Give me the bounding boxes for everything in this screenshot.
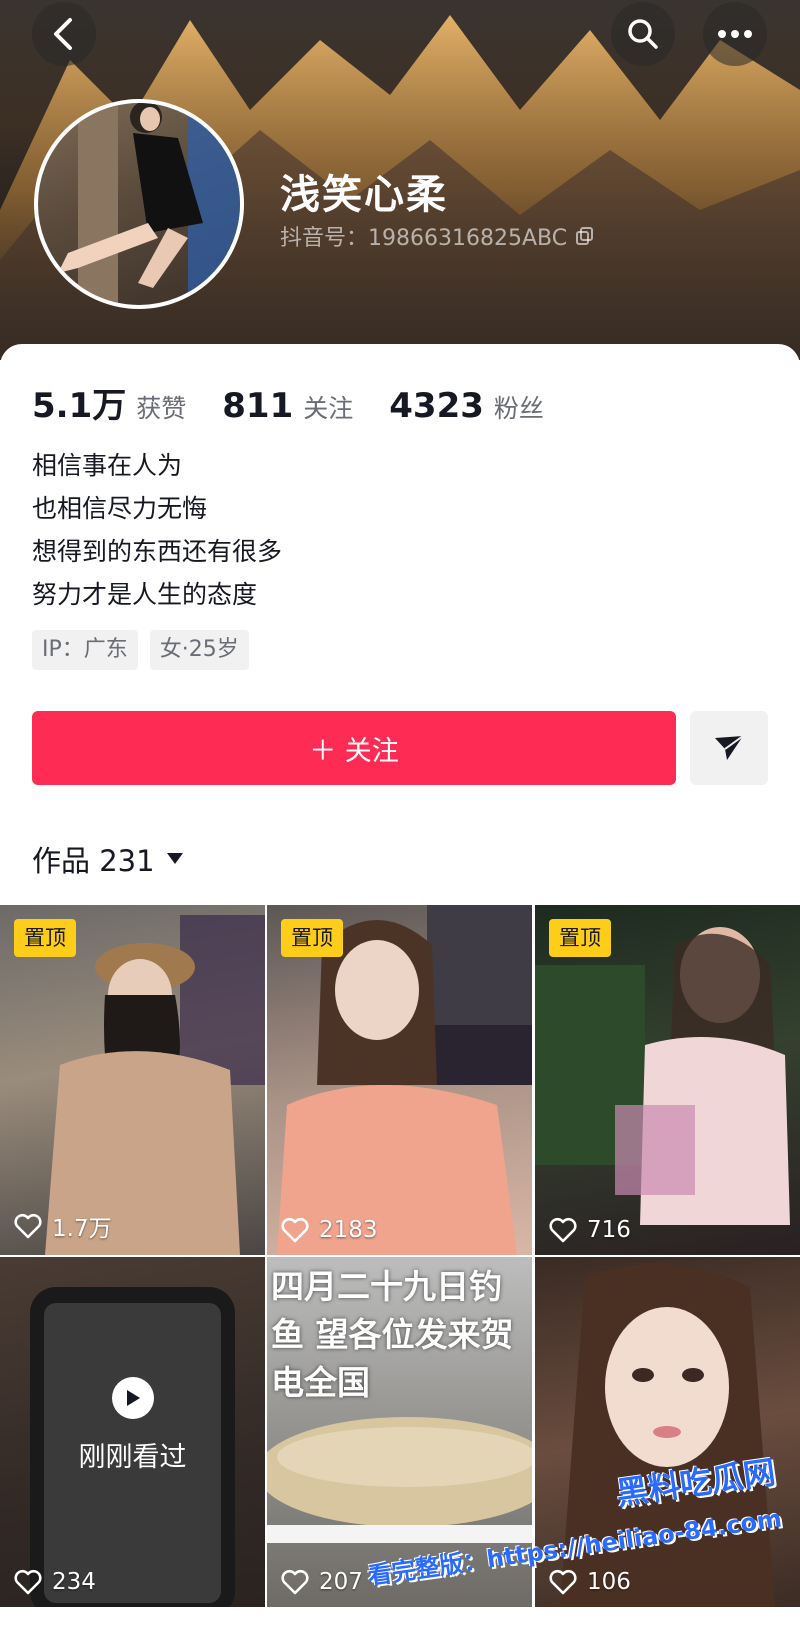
profile-header: 浅笑心柔 抖音号：19866316825ABC bbox=[0, 0, 800, 360]
stat-label: 获赞 bbox=[136, 394, 187, 423]
video-tile[interactable]: 刚刚看过 234 bbox=[0, 1257, 265, 1607]
recently-watched-label: 刚刚看过 bbox=[78, 1442, 187, 1473]
bio-line: 努力才是人生的态度 bbox=[32, 580, 258, 609]
like-count: 2183 bbox=[281, 1217, 378, 1243]
video-thumbnail bbox=[277, 905, 532, 1255]
like-count: 1.7万 bbox=[14, 1209, 112, 1243]
search-icon bbox=[628, 19, 658, 49]
video-tile[interactable]: 置顶 2183 bbox=[267, 905, 532, 1255]
copy-icon[interactable] bbox=[575, 226, 595, 246]
pinned-badge: 置顶 bbox=[281, 919, 343, 957]
stat-followers[interactable]: 4323 粉丝 bbox=[389, 386, 544, 426]
like-count: 106 bbox=[549, 1569, 631, 1595]
heart-icon bbox=[549, 1569, 577, 1595]
like-count-text: 2183 bbox=[319, 1217, 378, 1243]
video-thumbnail bbox=[535, 927, 790, 1225]
bio-line: 想得到的东西还有很多 bbox=[32, 537, 283, 566]
video-thumbnail bbox=[45, 915, 265, 1255]
avatar-image bbox=[58, 103, 240, 305]
video-caption: 四月二十九日钓鱼 望各位发来贺电全国 bbox=[271, 1267, 514, 1402]
like-count: 207 bbox=[281, 1569, 363, 1595]
more-button[interactable] bbox=[703, 2, 767, 66]
bio-line: 相信事在人为 bbox=[32, 451, 183, 480]
stat-label: 关注 bbox=[303, 394, 354, 423]
like-count: 234 bbox=[14, 1569, 96, 1595]
heart-icon bbox=[281, 1217, 309, 1243]
more-dots-icon bbox=[718, 30, 752, 38]
stat-value: 5.1万 bbox=[32, 386, 127, 426]
stat-likes[interactable]: 5.1万 获赞 bbox=[32, 378, 186, 427]
like-count-text: 1.7万 bbox=[52, 1216, 112, 1242]
stats-row: 5.1万 获赞 811 关注 4323 粉丝 bbox=[32, 378, 544, 427]
pinned-badge: 置顶 bbox=[14, 919, 76, 957]
like-count-text: 207 bbox=[319, 1569, 363, 1595]
like-count: 716 bbox=[549, 1217, 631, 1243]
heart-icon bbox=[281, 1569, 309, 1595]
works-count-label: 作品 231 bbox=[32, 844, 155, 878]
video-tile[interactable]: 置顶 1.7万 bbox=[0, 905, 265, 1255]
douyin-id-text: 抖音号：19866316825ABC bbox=[280, 226, 568, 251]
heart-icon bbox=[14, 1213, 42, 1239]
bio-line: 也相信尽力无悔 bbox=[32, 494, 208, 523]
ip-location-tag: IP：广东 bbox=[32, 630, 138, 670]
like-count-text: 106 bbox=[587, 1569, 631, 1595]
back-button[interactable] bbox=[32, 2, 96, 66]
chevron-left-icon bbox=[54, 18, 72, 50]
stat-label: 粉丝 bbox=[493, 394, 544, 423]
play-icon bbox=[111, 1377, 154, 1419]
douyin-id[interactable]: 抖音号：19866316825ABC bbox=[280, 220, 595, 252]
pinned-badge: 置顶 bbox=[549, 919, 611, 957]
avatar[interactable] bbox=[34, 99, 244, 309]
like-count-text: 234 bbox=[52, 1569, 96, 1595]
heart-icon bbox=[549, 1217, 577, 1243]
profile-card: 5.1万 获赞 811 关注 4323 粉丝 相信事在人为 也相信尽力无悔 想得… bbox=[0, 344, 800, 904]
video-tile[interactable]: 置顶 716 bbox=[535, 905, 800, 1255]
nickname: 浅笑心柔 bbox=[280, 172, 448, 218]
gender-age-tag: 女·25岁 bbox=[149, 630, 249, 670]
send-icon bbox=[715, 735, 744, 760]
search-button[interactable] bbox=[611, 2, 675, 66]
caret-down-icon bbox=[166, 853, 183, 864]
profile-tags: IP：广东 女·25岁 bbox=[32, 630, 249, 670]
stat-following[interactable]: 811 关注 bbox=[222, 386, 353, 426]
follow-button-label: ＋ 关注 bbox=[309, 735, 399, 767]
bio: 相信事在人为 也相信尽力无悔 想得到的东西还有很多 努力才是人生的态度 bbox=[32, 444, 282, 616]
like-count-text: 716 bbox=[587, 1217, 631, 1243]
heart-icon bbox=[14, 1569, 42, 1595]
share-button[interactable] bbox=[690, 711, 768, 785]
stat-value: 4323 bbox=[389, 386, 484, 426]
follow-button[interactable]: ＋ 关注 bbox=[32, 711, 676, 785]
stat-value: 811 bbox=[222, 386, 294, 426]
works-tab[interactable]: 作品 231 bbox=[32, 838, 183, 880]
recently-watched-overlay: 刚刚看过 bbox=[0, 1377, 265, 1474]
